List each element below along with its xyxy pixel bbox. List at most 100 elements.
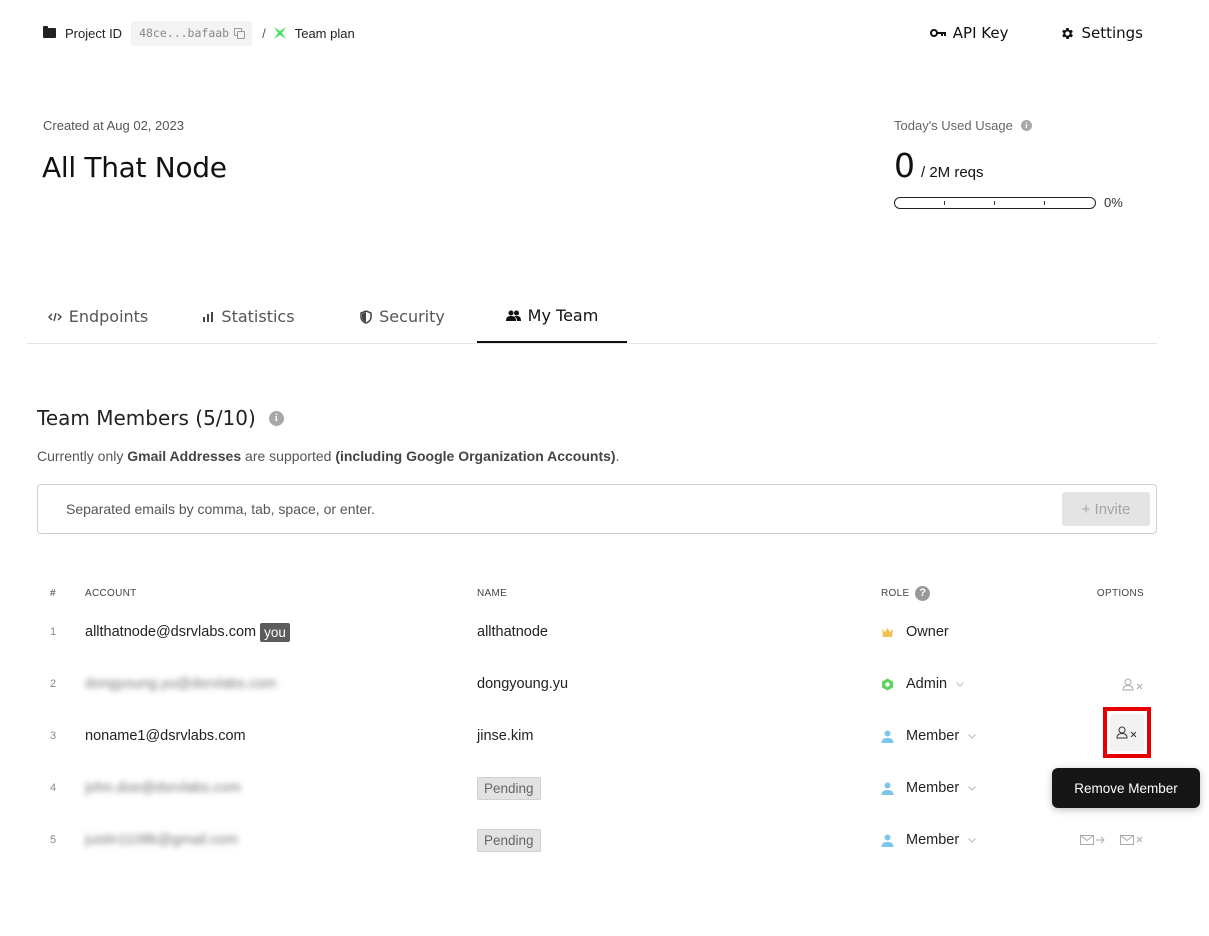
- tab-label: Endpoints: [68, 307, 149, 326]
- row-number: 3: [50, 730, 57, 742]
- project-tabs: Endpoints Statistics Security My Team: [27, 290, 1157, 344]
- header-num: #: [50, 587, 56, 599]
- admin-hexagon-icon: [882, 678, 893, 690]
- table-row: 3 noname1@dsrvlabs.com jinse.kim Member: [37, 707, 1157, 762]
- resend-mail-icon: [1080, 835, 1105, 845]
- role-dropdown[interactable]: Member: [881, 832, 1061, 848]
- remove-member-highlight[interactable]: [1103, 707, 1151, 758]
- role-label: Member: [906, 780, 960, 796]
- progress-tick: [1044, 200, 1045, 205]
- settings-button[interactable]: Settings: [1060, 24, 1143, 42]
- api-key-label: API Key: [952, 24, 1009, 42]
- usage-progress-bar: [894, 196, 1096, 209]
- progress-tick: [944, 200, 945, 205]
- role-dropdown[interactable]: Member: [881, 780, 1061, 796]
- member-name: allthatnode: [477, 624, 548, 640]
- pending-badge: Pending: [477, 828, 541, 852]
- settings-label: Settings: [1081, 24, 1143, 42]
- header-name: NAME: [477, 587, 508, 599]
- role-label: Owner: [906, 624, 949, 640]
- you-badge: you: [260, 622, 290, 642]
- team-members-title: Team Members (5/10): [37, 406, 256, 430]
- invite-email-input[interactable]: [38, 485, 1062, 533]
- row-number: 4: [50, 782, 57, 794]
- tab-endpoints[interactable]: Endpoints: [27, 290, 169, 343]
- project-id-value: 48ce...bafaab: [139, 26, 230, 40]
- usage-value: 0: [894, 146, 915, 185]
- table-row: 1 allthatnode@dsrvlabs.com you allthatno…: [37, 606, 1157, 658]
- row-number: 1: [50, 626, 57, 638]
- copy-icon[interactable]: [234, 28, 246, 39]
- gear-icon: [1062, 27, 1074, 39]
- cancel-invite-button[interactable]: [1120, 834, 1144, 846]
- remove-user-icon: [1122, 678, 1143, 690]
- help-icon[interactable]: ?: [915, 585, 931, 601]
- tab-label: Statistics: [221, 307, 295, 326]
- chevron-down-icon: [968, 785, 977, 791]
- member-icon: [881, 782, 894, 795]
- remove-member-button[interactable]: [1107, 711, 1147, 754]
- team-members-heading: Team Members (5/10) i: [37, 406, 284, 430]
- role-dropdown[interactable]: Admin: [881, 676, 1061, 692]
- usage-panel: Today's Used Usage i 0 / 2M reqs 0%: [894, 118, 1144, 210]
- note-text: Currently only: [37, 448, 128, 464]
- table-row: 4 john.doe@dsrvlabs.com Pending Member: [37, 762, 1157, 814]
- pending-badge: Pending: [477, 776, 541, 800]
- team-plan-icon: [273, 27, 286, 39]
- header-account: ACCOUNT: [85, 587, 137, 599]
- account-email-blurred: john.doe@dsrvlabs.com: [85, 780, 241, 796]
- table-row: 5 justin1108k@gmail.com Pending Member: [37, 814, 1157, 866]
- header-role-label: ROLE: [881, 587, 910, 599]
- code-icon: [47, 312, 62, 321]
- shield-icon: [360, 309, 372, 324]
- table-header: # ACCOUNT NAME ROLE ? OPTIONS: [37, 580, 1157, 606]
- remove-member-button[interactable]: [1122, 678, 1144, 691]
- account-email-blurred: justin1108k@gmail.com: [85, 832, 239, 848]
- role-label: Member: [906, 832, 960, 848]
- info-icon[interactable]: i: [268, 410, 284, 426]
- tab-statistics[interactable]: Statistics: [169, 290, 328, 343]
- chevron-down-icon: [968, 837, 977, 843]
- api-key-button[interactable]: API Key: [929, 24, 1009, 42]
- chevron-down-icon: [968, 733, 977, 739]
- project-id-copy[interactable]: 48ce...bafaab: [131, 20, 253, 46]
- project-id-label: Project ID: [65, 25, 123, 41]
- row-number: 5: [50, 834, 57, 846]
- note-text: are supported: [241, 448, 336, 464]
- invite-button[interactable]: + Invite: [1062, 492, 1150, 526]
- tab-label: Security: [379, 307, 445, 326]
- resend-invite-button[interactable]: [1080, 834, 1106, 846]
- invite-form: + Invite: [37, 484, 1157, 534]
- usage-unit: / 2M reqs: [921, 164, 984, 181]
- breadcrumb-separator: /: [262, 25, 266, 41]
- account-email: noname1@dsrvlabs.com: [85, 728, 246, 744]
- crown-icon: [882, 627, 893, 637]
- tab-my-team[interactable]: My Team: [477, 290, 627, 343]
- header-role: ROLE ?: [881, 585, 1061, 601]
- cancel-mail-icon: [1120, 835, 1143, 845]
- members-table: # ACCOUNT NAME ROLE ? OPTIONS 1 allthatn…: [37, 580, 1157, 866]
- remove-member-tooltip: Remove Member: [1052, 768, 1200, 808]
- bar-chart-icon: [203, 311, 214, 322]
- note-bold: (including Google Organization Accounts): [335, 448, 616, 464]
- info-icon[interactable]: i: [1020, 120, 1032, 131]
- created-date: Created at Aug 02, 2023: [43, 118, 184, 133]
- usage-percent: 0%: [1104, 195, 1123, 210]
- row-number: 2: [50, 678, 57, 690]
- usage-label: Today's Used Usage: [894, 118, 1013, 133]
- header-options: OPTIONS: [1096, 587, 1144, 599]
- folder-icon: [43, 26, 56, 38]
- key-icon: [929, 29, 946, 37]
- progress-tick: [994, 200, 995, 205]
- account-email-blurred: dongyoung.yu@dsrvlabs.com: [85, 676, 277, 692]
- account-email: allthatnode@dsrvlabs.com: [85, 624, 257, 640]
- role-dropdown[interactable]: Member: [881, 728, 1061, 744]
- role-label: Admin: [906, 676, 948, 692]
- plan-label: Team plan: [294, 25, 355, 41]
- breadcrumb: Project ID 48ce...bafaab / Team plan: [43, 20, 355, 46]
- note-text: .: [615, 448, 620, 464]
- member-name: dongyoung.yu: [477, 676, 569, 692]
- member-icon: [881, 730, 894, 743]
- top-bar: Project ID 48ce...bafaab / Team plan API…: [43, 18, 1209, 48]
- tab-security[interactable]: Security: [328, 290, 477, 343]
